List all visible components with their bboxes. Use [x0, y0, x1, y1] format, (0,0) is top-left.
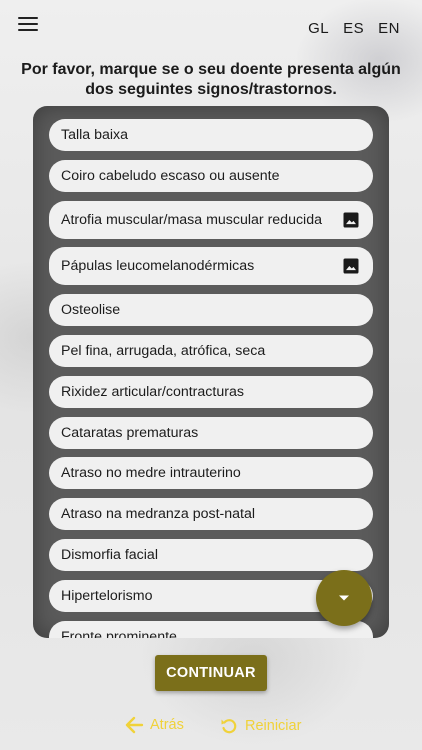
continue-button[interactable]: CONTINUAR — [155, 655, 267, 691]
list-item-label: Fronte prominente — [61, 628, 177, 638]
list-item[interactable]: Atrofia muscular/masa muscular reducida — [49, 200, 373, 239]
chevron-down-icon — [339, 595, 349, 601]
reset-button[interactable]: Reiniciar — [219, 716, 301, 736]
list-item[interactable]: Dismorfia facial — [49, 538, 373, 571]
list-item[interactable]: Atraso na medranza post-natal — [49, 498, 373, 531]
menu-icon-bar — [18, 29, 38, 31]
menu-icon-bar — [18, 17, 38, 19]
list-item[interactable]: Rixidez articular/contracturas — [49, 375, 373, 408]
list-item-label: Cataratas prematuras — [61, 424, 199, 441]
list-item-label: Dismorfia facial — [61, 546, 158, 563]
list-item[interactable]: Fronte prominente — [49, 620, 373, 638]
page-title: Por favor, marque se o seu doente presen… — [21, 61, 401, 98]
list-item-label: Pel fina, arrugada, atrófica, seca — [61, 342, 266, 359]
list-item-label: Pápulas leucomelanodérmicas — [61, 258, 255, 275]
list-item[interactable]: Pápulas leucomelanodérmicas — [49, 247, 373, 286]
list-item[interactable]: Cataratas prematuras — [49, 416, 373, 449]
list-item-label: Coiro cabeludo escaso ou ausente — [61, 167, 280, 184]
image-icon[interactable] — [341, 256, 361, 276]
language-es[interactable]: ES — [343, 20, 364, 37]
scroll-down-button[interactable] — [316, 570, 372, 626]
signs-list: Talla baixa Coiro cabeludo escaso ou aus… — [49, 119, 373, 638]
language-selector: GL ES EN — [308, 20, 400, 37]
list-item-label: Atraso no medre intrauterino — [61, 465, 241, 482]
list-item-label: Atraso na medranza post-natal — [61, 506, 256, 523]
list-item[interactable]: Talla baixa — [49, 119, 373, 151]
menu-button[interactable] — [18, 16, 40, 34]
list-item[interactable]: Osteolise — [49, 294, 373, 327]
list-item[interactable]: Atraso no medre intrauterino — [49, 457, 373, 490]
list-item[interactable]: Coiro cabeludo escaso ou ausente — [49, 159, 373, 192]
image-icon[interactable] — [341, 210, 361, 230]
list-item-label: Osteolise — [61, 302, 121, 319]
list-item-label: Talla baixa — [61, 127, 129, 143]
reset-label: Reiniciar — [245, 718, 302, 734]
list-item-label: Rixidez articular/contracturas — [61, 383, 244, 400]
menu-icon-bar — [18, 23, 38, 25]
restart-icon — [221, 719, 237, 734]
arrow-left-icon — [125, 716, 144, 734]
list-item[interactable]: Pel fina, arrugada, atrófica, seca — [49, 334, 373, 367]
language-en[interactable]: EN — [378, 20, 400, 37]
language-gl[interactable]: GL — [308, 20, 329, 37]
list-item-label: Atrofia muscular/masa muscular reducida — [61, 211, 322, 228]
back-button[interactable]: Atrás — [124, 716, 184, 734]
signs-list-panel[interactable]: Talla baixa Coiro cabeludo escaso ou aus… — [33, 106, 389, 638]
back-label: Atrás — [150, 717, 184, 733]
